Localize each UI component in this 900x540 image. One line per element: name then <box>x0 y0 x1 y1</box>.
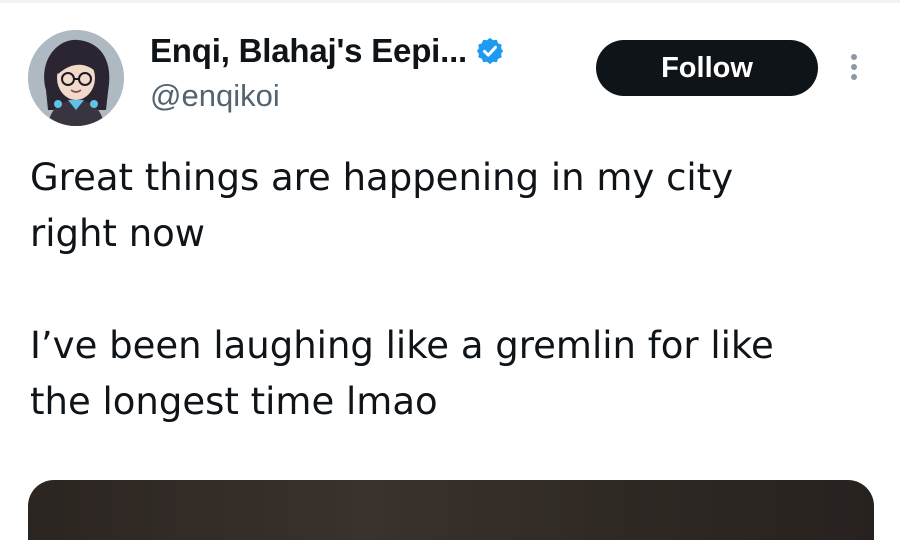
avatar-image <box>28 30 124 126</box>
author-handle[interactable]: @enqikoi <box>150 78 280 114</box>
author-display-name[interactable]: Enqi, Blahaj's Eepi... <box>150 32 467 70</box>
tweet-text: Great things are happening in my city ri… <box>30 156 774 423</box>
author-name-row[interactable]: Enqi, Blahaj's Eepi... <box>150 30 505 72</box>
more-options-icon[interactable] <box>840 50 868 86</box>
follow-button[interactable]: Follow <box>596 40 818 96</box>
verified-badge-icon <box>475 36 505 66</box>
avatar[interactable] <box>28 30 124 126</box>
top-divider <box>0 0 900 3</box>
tweet-media-image[interactable] <box>28 480 874 540</box>
